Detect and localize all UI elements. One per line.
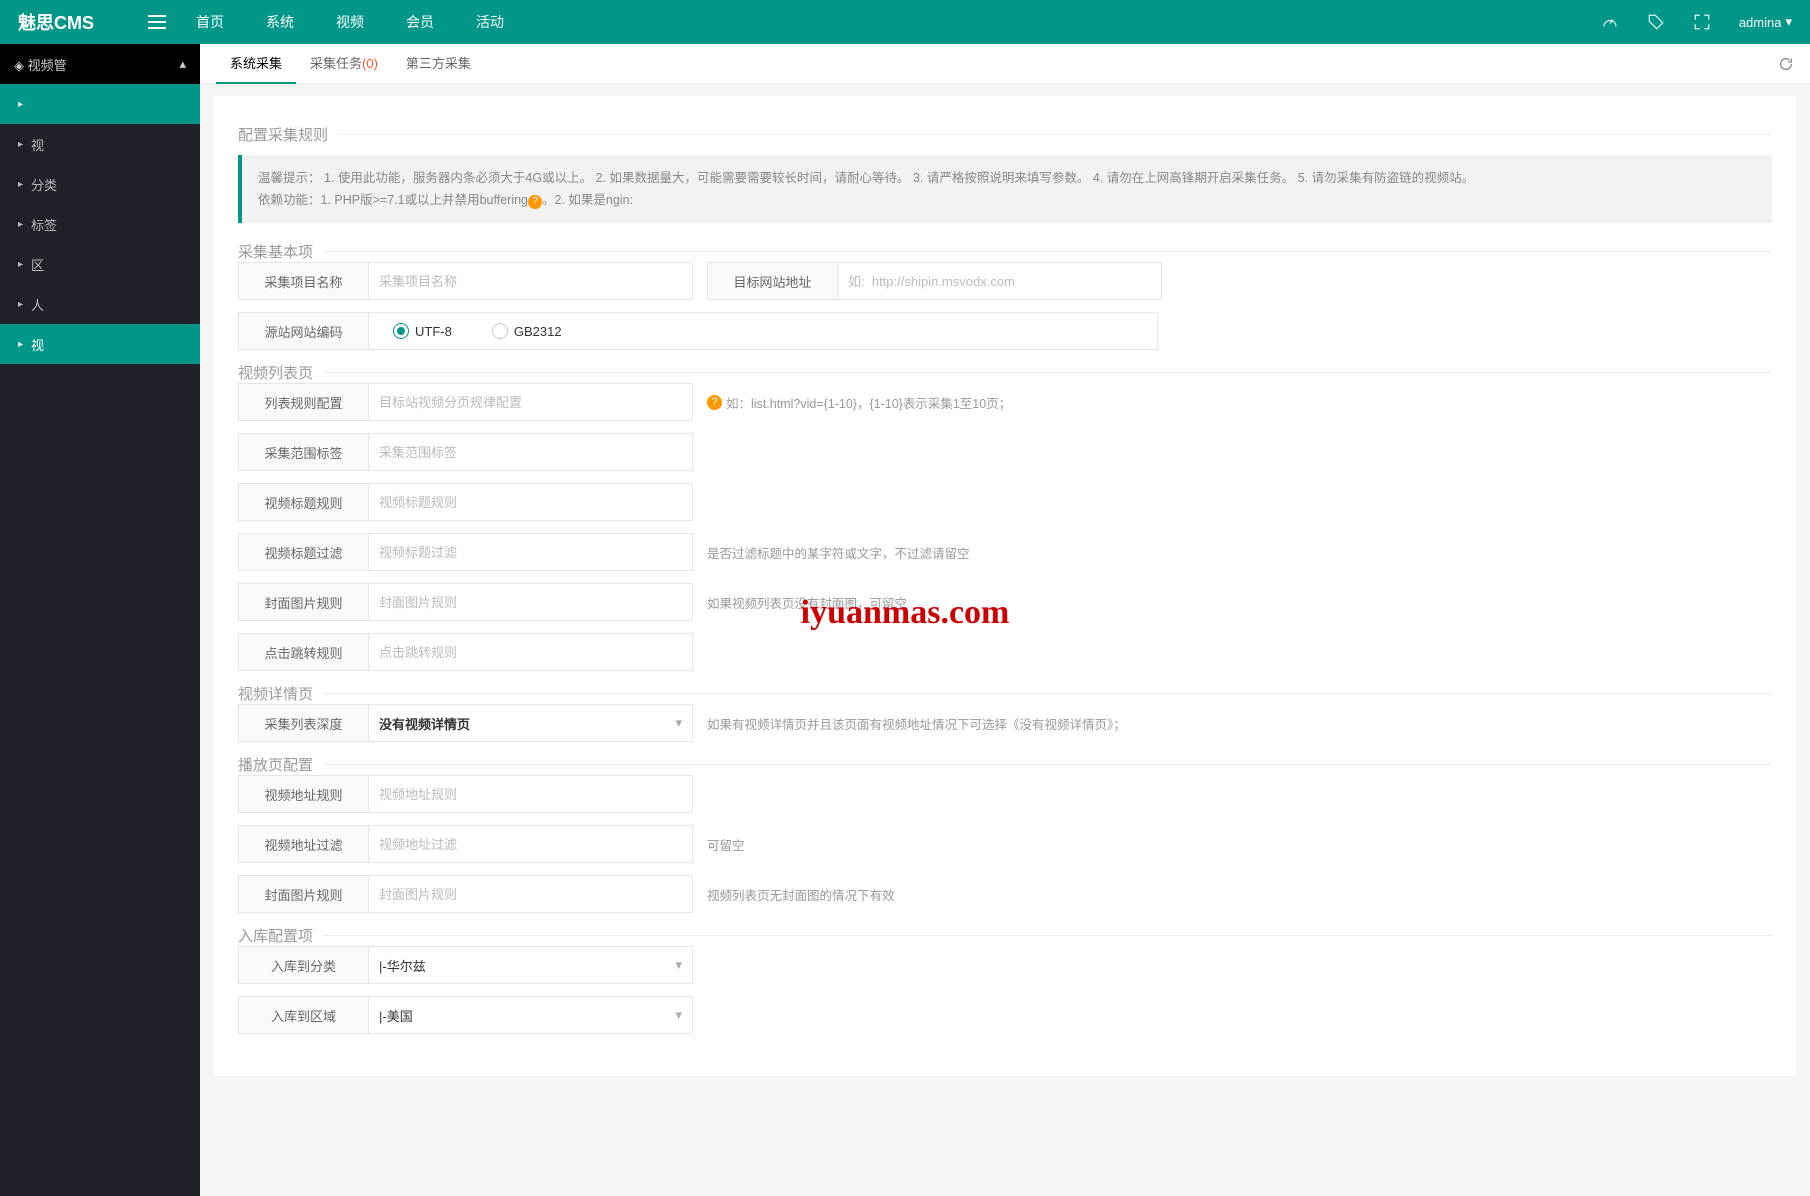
label-range-tag: 采集范围标签 — [239, 434, 369, 470]
input-cover-rule[interactable] — [369, 584, 692, 620]
input-jump-rule[interactable] — [369, 634, 692, 670]
section-play-page: 播放页配置 — [238, 754, 323, 775]
nav-video[interactable]: 视频 — [336, 12, 364, 32]
label-title-filter: 视频标题过滤 — [239, 534, 369, 570]
sidebar-item-3[interactable]: ▸标签 — [0, 204, 200, 244]
sidebar-item-0[interactable]: ▸ — [0, 84, 200, 124]
sidebar-item-2[interactable]: ▸分类 — [0, 164, 200, 204]
user-menu[interactable]: admina ▾ — [1739, 14, 1792, 30]
label-vid-url-rule: 视频地址规则 — [239, 776, 369, 812]
section-store: 入库配置项 — [238, 925, 323, 946]
chevron-down-icon: ▾ — [675, 957, 682, 973]
input-range-tag[interactable] — [369, 434, 692, 470]
select-store-cate[interactable]: |-华尔兹▾ — [369, 947, 692, 983]
sidebar-item-6[interactable]: ▸视 — [0, 324, 200, 364]
label-list-rule: 列表规则配置 — [239, 384, 369, 420]
tab-thirdparty[interactable]: 第三方采集 — [392, 44, 485, 84]
refresh-icon[interactable] — [1778, 56, 1794, 72]
label-title-rule: 视频标题规则 — [239, 484, 369, 520]
radio-utf8[interactable]: UTF-8 — [383, 323, 462, 339]
dashboard-icon[interactable] — [1601, 13, 1619, 31]
section-detail-page: 视频详情页 — [238, 683, 323, 704]
sidebar-item-5[interactable]: ▸人 — [0, 284, 200, 324]
sidebar-group[interactable]: ◈ 视频管 ▴ — [0, 44, 200, 84]
section-basic: 采集基本项 — [238, 241, 323, 262]
select-depth[interactable]: 没有视频详情页▾ — [369, 705, 692, 741]
label-proj-name: 采集项目名称 — [239, 263, 369, 299]
hint-cover-rule2: 视频列表页无封面图的情况下有效 — [707, 885, 895, 904]
section-config-rule: 配置采集规则 — [238, 124, 338, 145]
input-cover-rule2[interactable] — [369, 876, 692, 912]
chevron-down-icon: ▾ — [675, 1007, 682, 1023]
label-cover-rule2: 封面图片规则 — [239, 876, 369, 912]
sidebar-item-4[interactable]: ▸区 — [0, 244, 200, 284]
menu-toggle-icon[interactable] — [148, 15, 182, 29]
tip-box: 温馨提示： 1. 使用此功能，服务器内条必须大于4G或以上。 2. 如果数据量大… — [238, 155, 1772, 223]
hint-vid-url-filter: 可留空 — [707, 835, 745, 854]
help-icon: ? — [528, 195, 542, 209]
help-icon: ? — [707, 395, 722, 410]
input-vid-url-filter[interactable] — [369, 826, 692, 862]
nav-activity[interactable]: 活动 — [476, 12, 504, 32]
chevron-down-icon: ▾ — [675, 715, 682, 731]
input-proj-name[interactable] — [369, 263, 692, 299]
input-title-rule[interactable] — [369, 484, 692, 520]
radio-gb2312[interactable]: GB2312 — [492, 323, 562, 339]
chevron-down-icon: ▾ — [1785, 14, 1792, 30]
section-list-page: 视频列表页 — [238, 362, 323, 383]
hint-depth: 如果有视频详情页并且该页面有视频地址情况下可选择《没有视频详情页》； — [707, 714, 1126, 733]
tab-system-collect[interactable]: 系统采集 — [216, 44, 296, 84]
select-store-area[interactable]: |-美国▾ — [369, 997, 692, 1033]
input-target-url[interactable] — [838, 263, 1161, 299]
label-store-area: 入库到区域 — [239, 997, 369, 1033]
fullscreen-icon[interactable] — [1693, 13, 1711, 31]
label-src-encode: 源站网站编码 — [239, 313, 369, 349]
input-list-rule[interactable] — [369, 384, 692, 420]
tag-icon[interactable] — [1647, 13, 1665, 31]
hint-cover-rule: 如果视频列表页没有封面图，可留空 — [707, 593, 907, 612]
tab-collect-tasks[interactable]: 采集任务(0) — [296, 44, 392, 84]
label-jump-rule: 点击跳转规则 — [239, 634, 369, 670]
hint-title-filter: 是否过滤标题中的某字符或文字，不过滤请留空 — [707, 543, 970, 562]
label-store-cate: 入库到分类 — [239, 947, 369, 983]
label-vid-url-filter: 视频地址过滤 — [239, 826, 369, 862]
label-target-url: 目标网站地址 — [708, 263, 838, 299]
chevron-up-icon: ▴ — [179, 56, 186, 72]
hint-list-rule: ?如：list.html?vid={1-10}，{1-10}表示采集1至10页； — [707, 393, 1011, 412]
label-depth: 采集列表深度 — [239, 705, 369, 741]
input-title-filter[interactable] — [369, 534, 692, 570]
username: admina — [1739, 15, 1782, 30]
sidebar-item-1[interactable]: ▸视 — [0, 124, 200, 164]
brand-logo: 魅思CMS — [18, 9, 148, 35]
nav-home[interactable]: 首页 — [196, 12, 224, 32]
nav-member[interactable]: 会员 — [406, 12, 434, 32]
label-cover-rule: 封面图片规则 — [239, 584, 369, 620]
nav-system[interactable]: 系统 — [266, 12, 294, 32]
input-vid-url-rule[interactable] — [369, 776, 692, 812]
